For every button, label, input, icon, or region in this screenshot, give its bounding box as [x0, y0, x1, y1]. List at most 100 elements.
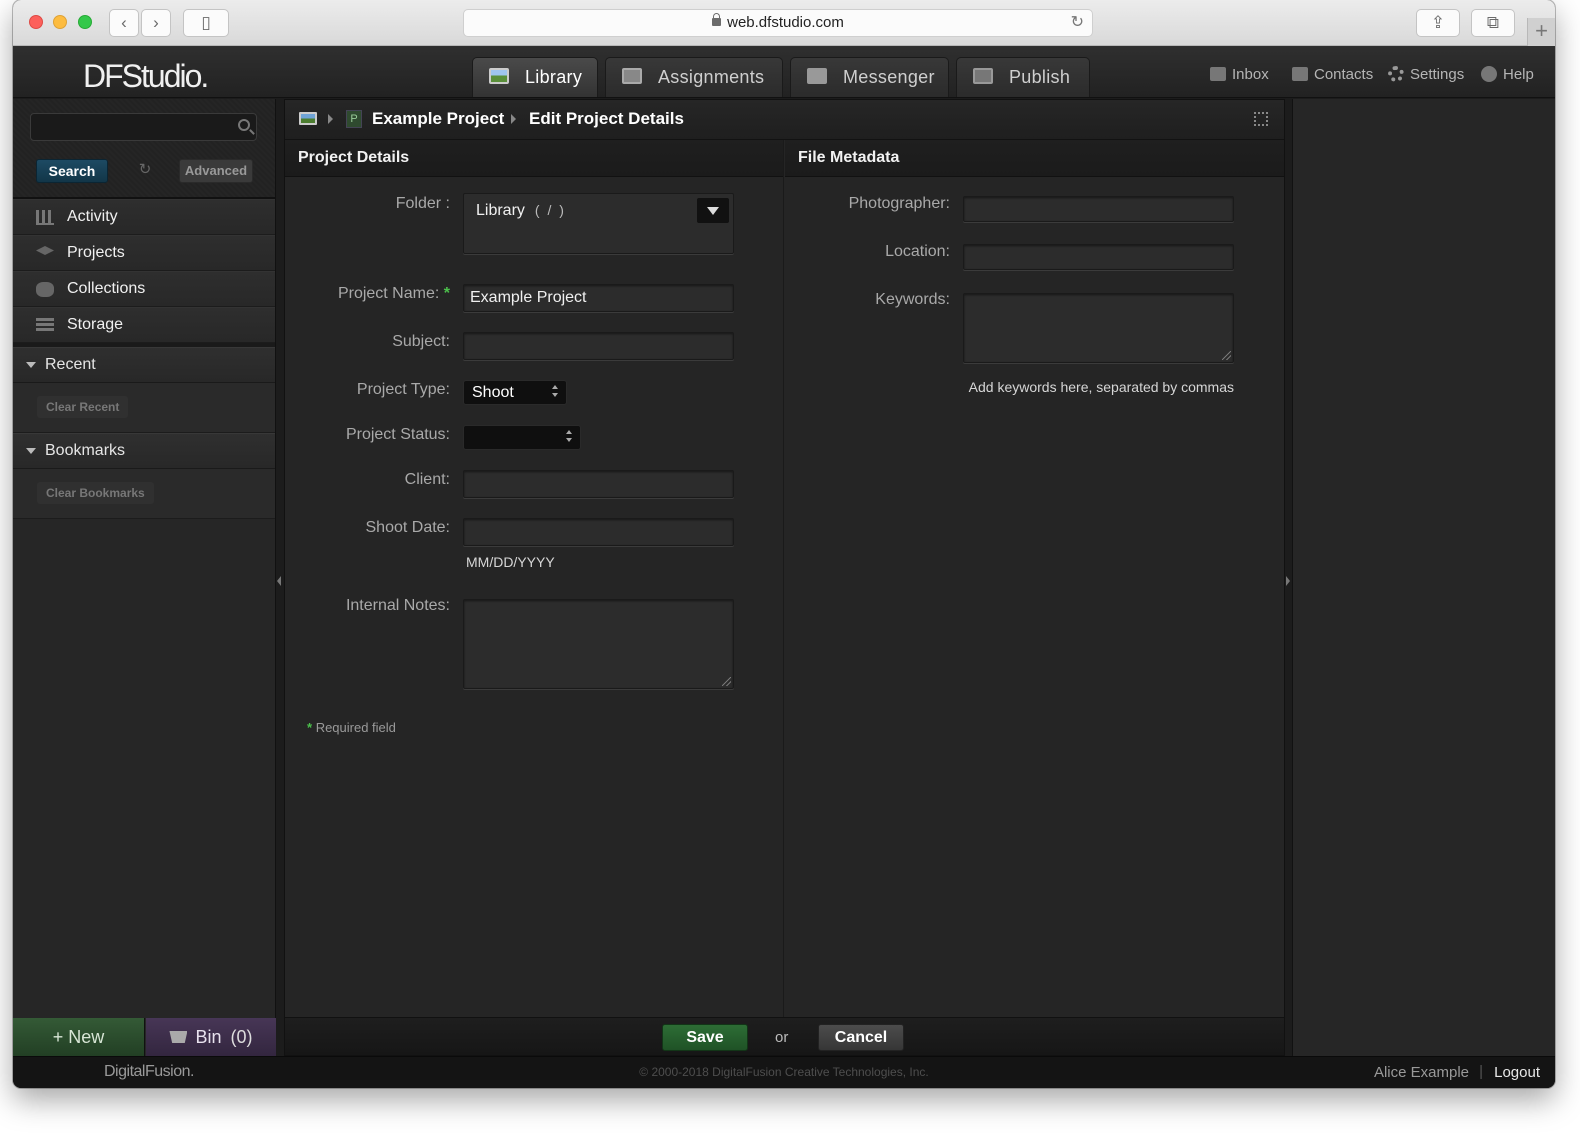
client-label: Client: [404, 471, 450, 488]
sidebar-item-label: Storage [67, 316, 124, 333]
advanced-search-button[interactable]: Advanced [179, 159, 253, 183]
sidebar-item-activity[interactable]: Activity [13, 199, 275, 235]
close-window-button[interactable] [29, 15, 43, 29]
share-button[interactable]: ⇪ [1416, 9, 1460, 37]
forward-button[interactable]: › [141, 9, 171, 37]
project-type-select[interactable]: Shoot [463, 380, 567, 405]
internal-notes-label: Internal Notes: [345, 597, 450, 614]
sidebar-item-collections[interactable]: Collections [13, 271, 275, 307]
shoot-date-label: Shoot Date: [365, 519, 451, 536]
address-bar[interactable]: web.dfstudio.com ↻ [463, 9, 1093, 37]
collections-icon [36, 282, 54, 297]
new-button[interactable]: + New [13, 1018, 145, 1056]
save-button[interactable]: Save [662, 1024, 748, 1051]
sidebar-item-label: Activity [67, 208, 118, 225]
browser-toolbar: ‹ › ▯ web.dfstudio.com ↻ ⇪ ⧉ + [13, 0, 1555, 46]
sidebar-item-storage[interactable]: Storage [13, 307, 275, 343]
client-input[interactable] [463, 470, 734, 498]
sidebar-item-projects[interactable]: Projects [13, 235, 275, 271]
subject-input[interactable] [463, 332, 734, 360]
clear-recent-button[interactable]: Clear Recent [37, 396, 129, 418]
search-button[interactable]: Search [36, 159, 108, 183]
fullscreen-icon[interactable] [1254, 112, 1268, 126]
internal-notes-textarea[interactable] [463, 599, 734, 689]
help-link[interactable]: Help [1481, 66, 1534, 83]
projects-icon [36, 246, 54, 255]
current-user[interactable]: Alice Example [1374, 1064, 1469, 1081]
minimize-window-button[interactable] [53, 15, 67, 29]
bin-count-value: 0 [236, 1027, 247, 1047]
tab-messenger[interactable]: Messenger [790, 57, 949, 97]
folder-name: Library [476, 202, 525, 219]
logout-link[interactable]: Logout [1494, 1064, 1540, 1081]
publish-icon [973, 68, 993, 84]
chevron-right-icon [511, 114, 516, 124]
tab-library[interactable]: Library [472, 57, 598, 97]
app-footer: DigitalFusion. © 2000-2018 DigitalFusion… [13, 1056, 1555, 1088]
recent-section-header[interactable]: Recent [13, 347, 275, 383]
photographer-input[interactable] [963, 196, 1234, 222]
search-input[interactable] [30, 113, 257, 141]
gear-icon [1388, 66, 1404, 82]
sidebar-toggle-button[interactable]: ▯ [183, 9, 229, 37]
sidebar-footer: + New Bin (0) [13, 1018, 276, 1056]
reset-search-icon[interactable]: ↻ [136, 161, 154, 179]
sidebar-item-label: Projects [67, 244, 125, 261]
tab-assignments-label: Assignments [658, 67, 765, 87]
keywords-textarea[interactable] [963, 293, 1234, 363]
bin-icon [169, 1031, 188, 1043]
app-header: DFStudio. Library Assignments Messenger … [13, 46, 1555, 98]
bin-button[interactable]: Bin (0) [146, 1018, 276, 1056]
project-status-select[interactable] [463, 425, 581, 450]
tab-publish[interactable]: Publish [956, 57, 1090, 97]
folder-value: Library ( / ) [476, 202, 566, 220]
contacts-link[interactable]: Contacts [1292, 66, 1373, 83]
project-name-input[interactable] [463, 284, 734, 312]
reload-icon[interactable]: ↻ [1071, 10, 1084, 36]
back-button[interactable]: ‹ [109, 9, 139, 37]
project-type-label: Project Type: [356, 381, 450, 398]
maximize-window-button[interactable] [78, 15, 92, 29]
assignments-icon [622, 68, 642, 84]
bin-count: (0) [230, 1027, 253, 1047]
url-text: web.dfstudio.com [727, 14, 844, 31]
tab-assignments[interactable]: Assignments [605, 57, 783, 97]
resize-handle-icon[interactable] [722, 677, 731, 686]
new-tab-button[interactable]: + [1527, 18, 1555, 46]
collapse-right-panel-handle[interactable] [1286, 576, 1290, 586]
project-details-panel: Project Details Folder : Library ( / ) Pr… [285, 140, 784, 1019]
collapse-sidebar-handle[interactable] [277, 576, 281, 586]
project-icon: P [346, 110, 362, 128]
project-type-value: Shoot [472, 384, 514, 401]
keywords-label: Keywords: [875, 291, 950, 308]
subject-label: Subject: [392, 333, 450, 350]
messenger-icon [807, 68, 827, 84]
breadcrumb-project[interactable]: Example Project [372, 109, 504, 129]
inbox-icon [1210, 67, 1226, 81]
settings-link[interactable]: Settings [1388, 66, 1464, 83]
file-metadata-title: File Metadata [785, 140, 1284, 177]
contacts-label: Contacts [1314, 66, 1374, 83]
chevron-down-icon[interactable] [697, 198, 729, 223]
copyright-text: © 2000-2018 DigitalFusion Creative Techn… [639, 1065, 929, 1079]
shoot-date-input[interactable] [463, 518, 734, 546]
resize-handle-icon[interactable] [1222, 351, 1231, 360]
dfstudio-logo[interactable]: DFStudio. [83, 58, 209, 95]
project-status-label: Project Status: [345, 426, 450, 443]
library-home-icon[interactable] [299, 112, 317, 125]
storage-icon [36, 318, 54, 333]
folder-select[interactable]: Library ( / ) [463, 193, 734, 254]
inbox-link[interactable]: Inbox [1210, 66, 1269, 83]
location-input[interactable] [963, 244, 1234, 270]
tab-messenger-label: Messenger [843, 67, 935, 87]
required-field-note: * Required field [307, 720, 396, 735]
select-arrows-icon [566, 430, 574, 444]
bookmarks-title: Bookmarks [45, 442, 126, 459]
recent-section: Clear Recent [13, 383, 275, 433]
tabs-overview-button[interactable]: ⧉ [1471, 9, 1515, 37]
bookmarks-section-header[interactable]: Bookmarks [13, 433, 275, 469]
cancel-button[interactable]: Cancel [818, 1024, 904, 1051]
help-label: Help [1503, 66, 1534, 83]
search-icon[interactable] [238, 119, 250, 131]
clear-bookmarks-button[interactable]: Clear Bookmarks [37, 482, 154, 504]
